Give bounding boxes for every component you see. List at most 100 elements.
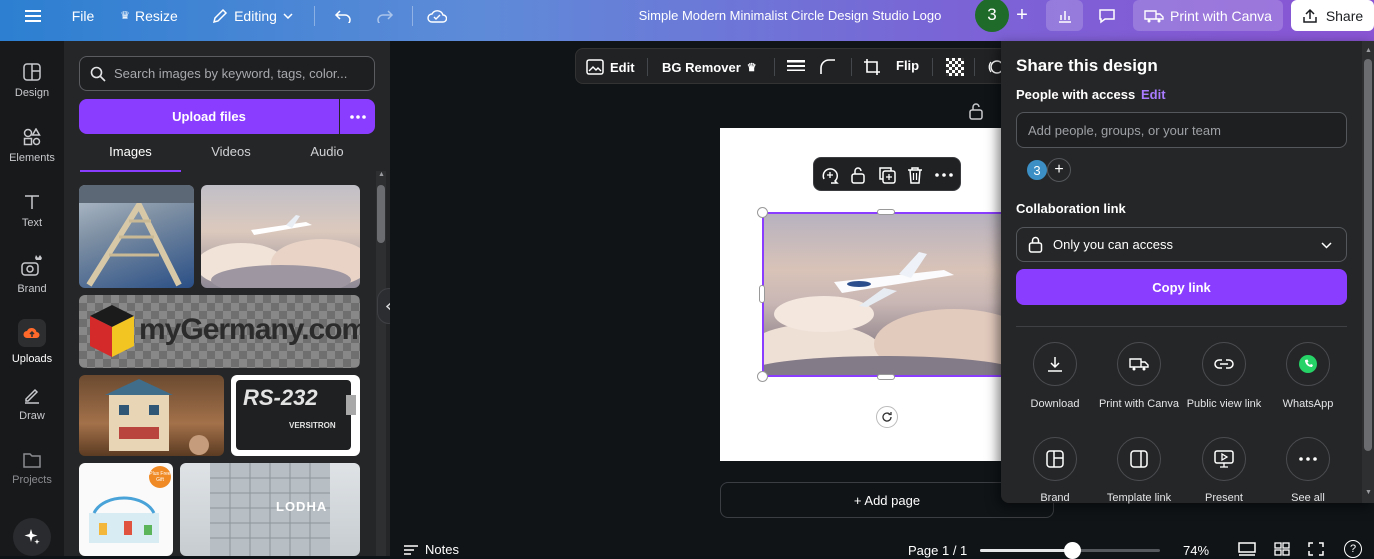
redo-icon[interactable] bbox=[372, 0, 398, 31]
border-style-icon[interactable] bbox=[787, 58, 805, 74]
add-people-input[interactable]: Add people, groups, or your team bbox=[1016, 112, 1347, 148]
scrollbar-thumb[interactable] bbox=[1364, 59, 1372, 451]
rail-brand[interactable]: Brand bbox=[0, 253, 64, 313]
download-option[interactable] bbox=[1033, 342, 1077, 386]
resize-handle[interactable] bbox=[759, 285, 765, 303]
copy-link-button[interactable]: Copy link bbox=[1016, 269, 1347, 305]
corner-rounding-icon[interactable] bbox=[819, 58, 837, 76]
rs232-label: RS-232 bbox=[243, 385, 318, 410]
upload-files-button[interactable]: Upload files bbox=[79, 99, 339, 134]
share-design-panel: Share this design People with access Edi… bbox=[1001, 41, 1374, 504]
tab-videos[interactable]: Videos bbox=[181, 144, 281, 172]
rail-uploads[interactable]: Uploads bbox=[0, 319, 64, 379]
present-icon bbox=[1214, 450, 1234, 468]
scrollbar-thumb[interactable] bbox=[377, 185, 385, 243]
more-icon[interactable] bbox=[935, 173, 953, 177]
comment-icon[interactable] bbox=[1090, 0, 1124, 31]
bg-remover-button[interactable]: BG Remover ♛ bbox=[662, 56, 757, 78]
insights-icon[interactable] bbox=[1046, 0, 1083, 31]
zoom-slider[interactable] bbox=[980, 542, 1160, 559]
image-thumbnail-building-interior[interactable] bbox=[79, 185, 194, 288]
tab-audio[interactable]: Audio bbox=[277, 144, 377, 172]
resize-label: Resize bbox=[135, 7, 178, 24]
edit-image-button[interactable]: Edit bbox=[586, 56, 635, 78]
rail-label: Elements bbox=[9, 152, 55, 164]
rail-label: Brand bbox=[17, 283, 47, 295]
magic-sparkle-icon[interactable] bbox=[13, 518, 51, 556]
truck-icon bbox=[1129, 358, 1149, 371]
print-with-canva-button[interactable]: Print with Canva bbox=[1133, 0, 1283, 31]
document-title[interactable]: Simple Modern Minimalist Circle Design S… bbox=[560, 0, 1020, 31]
tab-images[interactable]: Images bbox=[80, 144, 181, 172]
image-context-toolbar: Edit BG Remover ♛ Flip bbox=[575, 48, 1015, 84]
rotate-icon[interactable] bbox=[876, 406, 898, 428]
image-thumbnail-toy-set[interactable]: Plus Free Gift bbox=[79, 463, 173, 556]
editing-mode-dropdown[interactable]: Editing bbox=[205, 0, 300, 31]
image-thumbnail-mygermany-logo[interactable]: myGermany.com bbox=[79, 295, 360, 368]
share-button[interactable]: Share bbox=[1291, 0, 1374, 31]
search-input[interactable]: Search images by keyword, tags, color... bbox=[79, 56, 375, 91]
collaborator-avatar[interactable]: 3 bbox=[1025, 158, 1049, 182]
share-label: Share bbox=[1325, 7, 1364, 24]
present-option[interactable] bbox=[1202, 437, 1246, 481]
duplicate-icon[interactable] bbox=[878, 166, 896, 184]
image-thumbnail-rs232-converter[interactable]: RS-232 VERSITRON bbox=[231, 375, 360, 456]
brand-template-option[interactable] bbox=[1033, 437, 1077, 481]
rail-label: Design bbox=[14, 87, 50, 99]
flip-button[interactable]: Flip bbox=[896, 58, 919, 73]
chevron-down-icon bbox=[283, 12, 293, 19]
add-collaborator-icon[interactable]: + bbox=[1009, 0, 1035, 31]
link-access-dropdown[interactable]: Only you can access bbox=[1016, 227, 1347, 262]
resize-handle[interactable] bbox=[757, 371, 768, 382]
rail-draw[interactable]: Draw bbox=[0, 386, 64, 446]
notes-button[interactable]: Notes bbox=[403, 542, 459, 557]
option-label: Download bbox=[1030, 398, 1080, 410]
see-all-option[interactable] bbox=[1286, 437, 1330, 481]
trash-icon[interactable] bbox=[907, 166, 923, 184]
transparency-icon[interactable] bbox=[946, 58, 964, 76]
file-menu[interactable]: File bbox=[66, 0, 100, 31]
mygermany-logo-text: myGermany.com bbox=[139, 313, 360, 346]
resize-handle[interactable] bbox=[877, 374, 895, 380]
rail-text[interactable]: Text bbox=[0, 193, 64, 253]
option-label: Brand bbox=[1040, 492, 1070, 504]
cloud-saved-icon[interactable] bbox=[424, 0, 450, 31]
undo-icon[interactable] bbox=[330, 0, 356, 31]
template-link-option[interactable] bbox=[1117, 437, 1161, 481]
pages-view-icon[interactable] bbox=[1238, 542, 1256, 556]
whatsapp-option[interactable] bbox=[1286, 342, 1330, 386]
resize-handle[interactable] bbox=[757, 207, 768, 218]
share-panel-scrollbar[interactable]: ▲ ▼ bbox=[1362, 41, 1374, 503]
brand-icon bbox=[21, 255, 42, 276]
lock-icon[interactable] bbox=[850, 166, 866, 184]
menu-icon[interactable] bbox=[18, 0, 48, 31]
crown-icon: ♛ bbox=[120, 10, 131, 22]
image-thumbnail-airplane-clouds[interactable] bbox=[201, 185, 360, 288]
panel-scrollbar[interactable]: ▲ bbox=[376, 171, 386, 556]
zoom-slider-knob[interactable] bbox=[1063, 542, 1081, 559]
edit-access-link[interactable]: Edit bbox=[1141, 87, 1166, 102]
versitron-label: VERSITRON bbox=[289, 421, 336, 430]
image-thumbnail-lodha-tower[interactable]: LODHA bbox=[180, 463, 360, 556]
public-view-link-option[interactable] bbox=[1202, 342, 1246, 386]
rail-elements[interactable]: Elements bbox=[0, 128, 64, 188]
selected-image-airplane[interactable] bbox=[762, 212, 1010, 377]
resize-button[interactable]: ♛ Resize bbox=[118, 0, 180, 31]
help-icon[interactable]: ? bbox=[1344, 540, 1362, 558]
rail-design[interactable]: Design bbox=[0, 63, 64, 123]
comment-add-icon[interactable] bbox=[821, 166, 839, 184]
design-icon bbox=[23, 63, 41, 81]
fullscreen-icon[interactable] bbox=[1308, 542, 1324, 556]
crop-icon[interactable] bbox=[863, 58, 881, 76]
rail-projects[interactable]: Projects bbox=[0, 452, 64, 512]
lock-icon[interactable] bbox=[968, 102, 984, 120]
add-person-icon[interactable]: + bbox=[1047, 158, 1071, 182]
print-option[interactable] bbox=[1117, 342, 1161, 386]
people-access-label: People with access bbox=[1016, 87, 1136, 102]
upload-more-options-button[interactable] bbox=[340, 99, 375, 134]
option-label: WhatsApp bbox=[1282, 398, 1334, 410]
chevron-down-icon bbox=[1321, 242, 1332, 249]
grid-view-icon[interactable] bbox=[1274, 542, 1290, 556]
image-thumbnail-lego-house[interactable] bbox=[79, 375, 224, 456]
resize-handle[interactable] bbox=[877, 209, 895, 215]
